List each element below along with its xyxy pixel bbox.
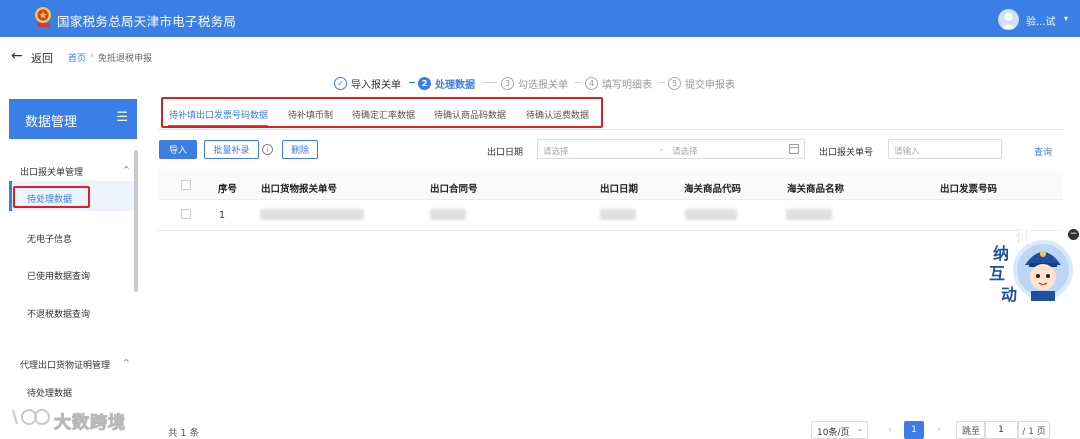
customs-no-label: 出口报关单号: [819, 148, 874, 158]
step-number: 4: [585, 76, 598, 90]
sidebar-group-customs[interactable]: 出口报关单管理: [20, 165, 83, 178]
check-icon: ✓: [334, 76, 347, 90]
highlight-box-sidebar: [13, 186, 90, 208]
user-name[interactable]: 验...试: [1026, 13, 1056, 28]
chevron-down-icon[interactable]: ▾: [1064, 14, 1068, 23]
row-checkbox[interactable]: [181, 209, 191, 219]
date-separator: -: [660, 145, 664, 155]
export-date-label: 出口日期: [487, 148, 524, 158]
col-invoice-no: 出口发票号码: [940, 184, 998, 195]
step-label: 处理数据: [435, 79, 475, 91]
assistant-char: 动: [1001, 285, 1018, 304]
jump-page-input[interactable]: 1: [984, 421, 1018, 439]
batch-fill-button[interactable]: 批量补录: [204, 140, 259, 159]
col-commodity-name: 海关商品名称: [787, 184, 845, 195]
total-count: 共 1 条: [168, 428, 200, 439]
date-end-placeholder: 请选择: [672, 147, 698, 157]
step-label: 导入报关单: [351, 79, 401, 91]
redacted-cell: [786, 209, 832, 220]
step-label: 勾选报关单: [518, 79, 568, 91]
national-emblem-icon: [35, 7, 51, 27]
assistant-char: 征: [1015, 227, 1033, 248]
step-label: 提交申报表: [685, 79, 735, 91]
menu-icon[interactable]: ☰: [116, 110, 128, 125]
chevron-down-icon: ⌄: [857, 424, 864, 433]
next-page-button[interactable]: ›: [932, 421, 946, 439]
select-all-checkbox[interactable]: [181, 180, 191, 190]
step-connector: [659, 82, 665, 83]
redacted-cell: [430, 209, 466, 220]
col-contract-no: 出口合同号: [430, 184, 478, 195]
sidebar-item-no-refund-query[interactable]: 不退税数据查询: [27, 307, 90, 320]
highlight-box-tabs: [161, 97, 603, 128]
watermark-logo-icon: [12, 409, 50, 425]
redacted-cell: [600, 209, 636, 220]
row-index: 1: [219, 210, 226, 221]
col-export-date: 出口日期: [600, 184, 639, 195]
current-page-button[interactable]: 1: [904, 421, 924, 439]
chevron-up-icon[interactable]: ^: [123, 165, 130, 174]
col-commodity-code: 海关商品代码: [684, 184, 742, 195]
breadcrumb-separator: ›: [90, 51, 94, 61]
sidebar-item-no-e-info[interactable]: 无电子信息: [27, 232, 72, 245]
col-index: 序号: [218, 184, 238, 195]
step-connector: [575, 82, 581, 83]
delete-button[interactable]: 删除: [282, 140, 318, 159]
date-start-placeholder: 请选择: [543, 147, 569, 157]
step-process: 2 处理数据: [418, 76, 475, 91]
redacted-cell: [260, 209, 364, 220]
step-connector: [409, 82, 415, 83]
user-avatar[interactable]: [998, 9, 1019, 30]
table-row-divider: [158, 230, 1063, 231]
back-button[interactable]: 返回: [31, 50, 53, 66]
step-connector: [483, 82, 497, 83]
export-date-range-input[interactable]: [537, 139, 805, 159]
step-label: 填写明细表: [602, 79, 652, 91]
user-icon: [1001, 13, 1016, 29]
jump-to-label: 跳至: [956, 421, 986, 439]
sidebar-header: 数据管理 ☰: [9, 99, 137, 139]
total-pages: / 1 页: [1018, 421, 1050, 439]
step-number: 5: [668, 76, 681, 90]
watermark-text: 大数跨境: [54, 413, 126, 434]
redacted-cell: [685, 209, 737, 220]
sidebar-item-agent-pending[interactable]: 待处理数据: [27, 386, 72, 399]
query-button[interactable]: 查询: [1034, 145, 1052, 158]
col-customs-no: 出口货物报关单号: [261, 184, 338, 195]
info-icon[interactable]: i: [262, 144, 273, 155]
customs-no-placeholder: 请输入: [894, 147, 920, 157]
sidebar-group-agent[interactable]: 代理出口货物证明管理: [20, 358, 110, 371]
back-arrow-icon[interactable]: ←: [11, 48, 23, 64]
breadcrumb-current: 免抵退税申报: [98, 54, 153, 64]
chevron-up-icon[interactable]: ^: [123, 358, 130, 367]
calendar-icon[interactable]: [789, 144, 799, 154]
sidebar-item-used-query[interactable]: 已使用数据查询: [27, 269, 90, 282]
step-submit: 5 提交申报表: [668, 76, 735, 91]
step-fill: 4 填写明细表: [585, 76, 652, 91]
import-button[interactable]: 导入: [159, 140, 197, 159]
tabs-divider: [158, 129, 1063, 130]
step-import: ✓ 导入报关单: [334, 76, 401, 91]
sidebar-scrollbar[interactable]: [134, 150, 138, 292]
sidebar-title: 数据管理: [25, 115, 78, 130]
step-number: 3: [501, 76, 514, 90]
top-header: 国家税务总局天津市电子税务局 验...试 ▾: [0, 0, 1080, 37]
prev-page-button[interactable]: ‹: [883, 421, 897, 439]
step-select: 3 勾选报关单: [501, 76, 568, 91]
site-title: 国家税务总局天津市电子税务局: [57, 14, 237, 29]
sidebar-active-bar: [9, 181, 12, 211]
breadcrumb-home[interactable]: 首页: [68, 51, 86, 64]
close-assistant-button[interactable]: −: [1068, 229, 1079, 240]
step-number: 2: [418, 76, 431, 90]
